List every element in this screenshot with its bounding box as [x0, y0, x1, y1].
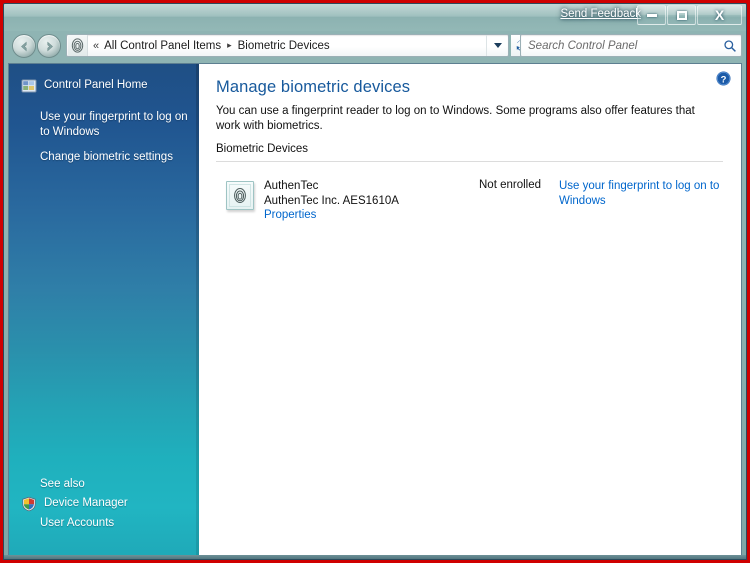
device-manager-label: Device Manager [44, 497, 128, 509]
see-also-section: See also Device Manager User Accounts [9, 474, 199, 533]
address-fingerprint-icon [68, 35, 88, 56]
device-status-cell: Not enrolled [479, 179, 542, 191]
minimize-icon [646, 13, 657, 17]
sidebar-item-change-biometric-settings[interactable]: Change biometric settings [9, 148, 199, 167]
device-icon-cell [216, 179, 264, 210]
send-feedback-link[interactable]: Send Feedback [560, 8, 641, 20]
table-row: AuthenTec AuthenTec Inc. AES1610A Proper… [216, 162, 723, 223]
maximize-button[interactable] [667, 5, 696, 25]
close-icon: X [714, 7, 725, 23]
address-bar[interactable]: « All Control Panel Items ▸ Biometric De… [66, 34, 509, 57]
shield-icon [21, 496, 37, 512]
close-button[interactable]: X [697, 5, 742, 25]
sidebar-task-label-1: Change biometric settings [40, 151, 173, 163]
breadcrumb-overflow[interactable]: « [88, 40, 102, 52]
sidebar-item-user-accounts[interactable]: User Accounts [9, 514, 199, 533]
control-panel-icon [21, 78, 37, 94]
page-description: You can use a fingerprint reader to log … [216, 105, 695, 132]
screenshot-capture: Send Feedback X « All Control Panel Item… [0, 0, 750, 563]
user-accounts-label: User Accounts [40, 517, 115, 529]
sidebar-item-device-manager[interactable]: Device Manager [9, 494, 199, 514]
search-box[interactable] [520, 34, 742, 57]
control-panel-window: Send Feedback X « All Control Panel Item… [3, 3, 747, 560]
svg-text:?: ? [721, 74, 727, 85]
sidebar-item-control-panel-home[interactable]: Control Panel Home [9, 76, 199, 96]
device-action-cell: Use your fingerprint to log on to Window… [559, 179, 723, 208]
section-label-biometric-devices: Biometric Devices [216, 143, 309, 155]
breadcrumb-all-control-panel-items[interactable]: All Control Panel Items [102, 40, 223, 52]
navigation-pane: Control Panel Home Use your fingerprint … [9, 64, 199, 557]
title-bar: Send Feedback X [4, 4, 746, 31]
forward-arrow-icon [46, 41, 53, 51]
fingerprint-reader-icon [226, 181, 254, 210]
window-controls: X [637, 5, 742, 25]
device-model: AuthenTec Inc. AES1610A [264, 194, 399, 207]
use-fingerprint-link[interactable]: Use your fingerprint to log on to Window… [559, 180, 719, 207]
search-icon[interactable] [719, 39, 741, 53]
forward-button[interactable] [37, 34, 61, 58]
window-bottom-rail [4, 555, 746, 559]
device-properties-link[interactable]: Properties [264, 208, 479, 223]
help-icon: ? [715, 70, 732, 87]
maximize-icon [676, 10, 687, 20]
address-dropdown-button[interactable] [486, 35, 508, 56]
breadcrumb-biometric-devices[interactable]: Biometric Devices [236, 40, 332, 52]
content-pane: ? Manage biometric devices You can use a… [199, 64, 741, 557]
back-arrow-icon [20, 41, 27, 51]
device-info-cell: AuthenTec AuthenTec Inc. AES1610A Proper… [264, 179, 479, 223]
window-body: Control Panel Home Use your fingerprint … [8, 63, 742, 557]
back-button[interactable] [12, 34, 36, 58]
navigation-buttons [12, 34, 74, 58]
search-input[interactable] [521, 39, 719, 52]
see-also-heading: See also [40, 478, 85, 490]
help-button[interactable]: ? [715, 70, 732, 87]
minimize-button[interactable] [637, 5, 666, 25]
address-toolbar: « All Control Panel Items ▸ Biometric De… [4, 31, 746, 61]
chevron-down-icon [493, 43, 502, 48]
device-name: AuthenTec [264, 180, 319, 192]
sidebar-home-label: Control Panel Home [44, 79, 148, 91]
breadcrumb-separator: ▸ [227, 40, 232, 50]
sidebar-task-label-0: Use your fingerprint to log on to Window… [40, 111, 188, 138]
sidebar-item-use-fingerprint[interactable]: Use your fingerprint to log on to Window… [9, 108, 199, 142]
page-title: Manage biometric devices [216, 78, 411, 96]
